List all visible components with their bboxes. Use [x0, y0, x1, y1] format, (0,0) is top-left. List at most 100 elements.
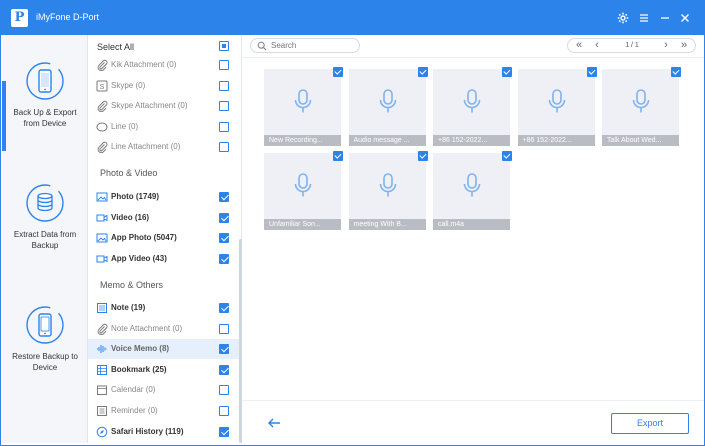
- section-title-memo-others: Memo & Others: [100, 280, 164, 290]
- menu-icon[interactable]: [636, 10, 652, 26]
- category-item[interactable]: Calendar (0): [88, 380, 240, 400]
- voice-memo-checkbox[interactable]: [333, 151, 343, 161]
- close-icon[interactable]: [677, 10, 693, 26]
- category-item[interactable]: S Skype (0): [88, 76, 240, 96]
- voice-memo-checkbox[interactable]: [502, 151, 512, 161]
- category-checkbox[interactable]: [219, 233, 229, 244]
- category-item[interactable]: Voice Memo (8): [88, 339, 240, 360]
- category-item[interactable]: Line (0): [88, 117, 240, 137]
- voice-memo-tile[interactable]: Talk About Wed...: [602, 67, 681, 146]
- nav-item-restore-backup[interactable]: Restore Backup to Device: [2, 305, 88, 373]
- category-item[interactable]: App Photo (5047): [88, 228, 240, 248]
- category-scrollbar[interactable]: [239, 239, 242, 443]
- category-label: Kik Attachment (0): [111, 60, 177, 69]
- category-checkbox[interactable]: [219, 101, 229, 112]
- database-icon: [26, 184, 64, 222]
- section-title-photo-video: Photo & Video: [100, 168, 158, 178]
- category-label: Note Attachment (0): [111, 323, 183, 333]
- back-button[interactable]: [266, 416, 282, 430]
- microphone-icon: [463, 89, 481, 113]
- image-icon: [96, 232, 108, 244]
- footer-divider: [242, 400, 705, 401]
- category-checkbox[interactable]: [219, 121, 229, 132]
- voice-memo-name: +86 152-2022...: [517, 135, 595, 146]
- skype-icon: S: [96, 80, 108, 92]
- title-bar: P iMyFone D-Port: [0, 0, 705, 35]
- video-icon: [96, 212, 108, 224]
- category-checkbox[interactable]: [219, 426, 229, 437]
- voice-memo-name: Talk About Wed...: [602, 135, 679, 146]
- category-checkbox[interactable]: [219, 344, 229, 355]
- category-label: App Video (43): [111, 253, 167, 263]
- category-item[interactable]: Video (16): [88, 208, 240, 228]
- voice-memo-tile[interactable]: Audio message ...: [348, 67, 428, 146]
- category-checkbox[interactable]: [219, 303, 229, 313]
- category-checkbox[interactable]: [219, 323, 229, 334]
- voice-memo-tile[interactable]: call.m4a: [433, 151, 512, 230]
- category-item[interactable]: Reminder (0): [88, 401, 240, 421]
- category-item[interactable]: Safari History (119): [88, 422, 240, 442]
- voice-memo-checkbox[interactable]: [417, 151, 428, 161]
- select-all-checkbox[interactable]: [219, 41, 229, 51]
- category-item[interactable]: Skype Attachment (0): [88, 96, 240, 116]
- first-page-icon[interactable]: «: [572, 39, 586, 52]
- nav-item-extract-backup[interactable]: Extract Data from Backup: [2, 183, 88, 251]
- category-checkbox[interactable]: [219, 142, 229, 153]
- category-item[interactable]: Kik Attachment (0): [88, 55, 240, 75]
- waveform-icon: [96, 343, 108, 355]
- category-item[interactable]: Line Attachment (0): [88, 137, 240, 157]
- last-page-icon[interactable]: »: [677, 39, 691, 52]
- voice-memo-checkbox[interactable]: [333, 67, 343, 77]
- category-item[interactable]: Note (19): [88, 298, 240, 318]
- category-label: Note (19): [111, 303, 146, 312]
- voice-memo-checkbox[interactable]: [671, 67, 681, 77]
- category-checkbox[interactable]: [219, 192, 229, 202]
- category-label: Safari History (119): [111, 426, 184, 436]
- select-all-row[interactable]: Select All: [88, 35, 240, 55]
- category-label: Voice Memo (8): [111, 344, 170, 354]
- category-item[interactable]: Bookmark (25): [88, 360, 240, 380]
- nav-label-extract-backup: Extract Data from Backup: [13, 230, 77, 250]
- left-nav: Back Up & Export from Device Extract Dat…: [2, 35, 88, 443]
- next-page-icon[interactable]: ›: [659, 39, 673, 52]
- microphone-icon: [294, 89, 312, 113]
- note-icon: [96, 302, 108, 314]
- calendar-icon: [96, 384, 108, 396]
- category-checkbox[interactable]: [219, 253, 229, 264]
- category-checkbox[interactable]: [219, 385, 229, 396]
- gear-icon[interactable]: [615, 10, 631, 26]
- compass-icon: [96, 426, 108, 438]
- paperclip-icon: [96, 323, 108, 335]
- category-checkbox[interactable]: [219, 80, 229, 91]
- category-checkbox[interactable]: [219, 364, 229, 375]
- category-panel: Select All Kik Attachment (0) S Skype (0) S…: [88, 35, 242, 443]
- microphone-icon: [379, 89, 396, 113]
- category-item[interactable]: Photo (1749): [88, 187, 240, 207]
- microphone-icon: [294, 173, 312, 197]
- voice-memo-tile[interactable]: +86 152-2022...: [433, 67, 512, 146]
- voice-memo-tile[interactable]: New Recording...: [264, 67, 343, 146]
- microphone-icon: [548, 89, 565, 113]
- voice-memo-checkbox[interactable]: [417, 67, 428, 77]
- voice-memo-checkbox[interactable]: [502, 67, 512, 77]
- search-input[interactable]: [271, 40, 355, 51]
- category-item[interactable]: App Video (43): [88, 249, 240, 269]
- category-item[interactable]: Note Attachment (0): [88, 319, 240, 339]
- category-checkbox[interactable]: [219, 212, 229, 223]
- category-label: App Photo (5047): [111, 233, 177, 243]
- minimize-icon[interactable]: [657, 10, 673, 26]
- category-checkbox[interactable]: [219, 60, 229, 70]
- voice-memo-name: meeting With B...: [348, 219, 426, 230]
- category-checkbox[interactable]: [219, 406, 229, 416]
- search-icon: [257, 41, 267, 51]
- prev-page-icon[interactable]: ‹: [590, 39, 604, 52]
- voice-memo-tile[interactable]: +86 152-2022...: [517, 67, 597, 146]
- voice-memo-tile[interactable]: Unfamiliar Son...: [264, 151, 343, 230]
- category-label: Calendar (0): [111, 385, 156, 395]
- voice-memo-checkbox[interactable]: [586, 67, 597, 77]
- export-button[interactable]: Export: [611, 413, 689, 434]
- paperclip-icon: [96, 141, 108, 154]
- search-box[interactable]: [250, 38, 360, 53]
- voice-memo-tile[interactable]: meeting With B...: [348, 151, 428, 230]
- nav-item-backup-export[interactable]: Back Up & Export from Device: [2, 61, 88, 151]
